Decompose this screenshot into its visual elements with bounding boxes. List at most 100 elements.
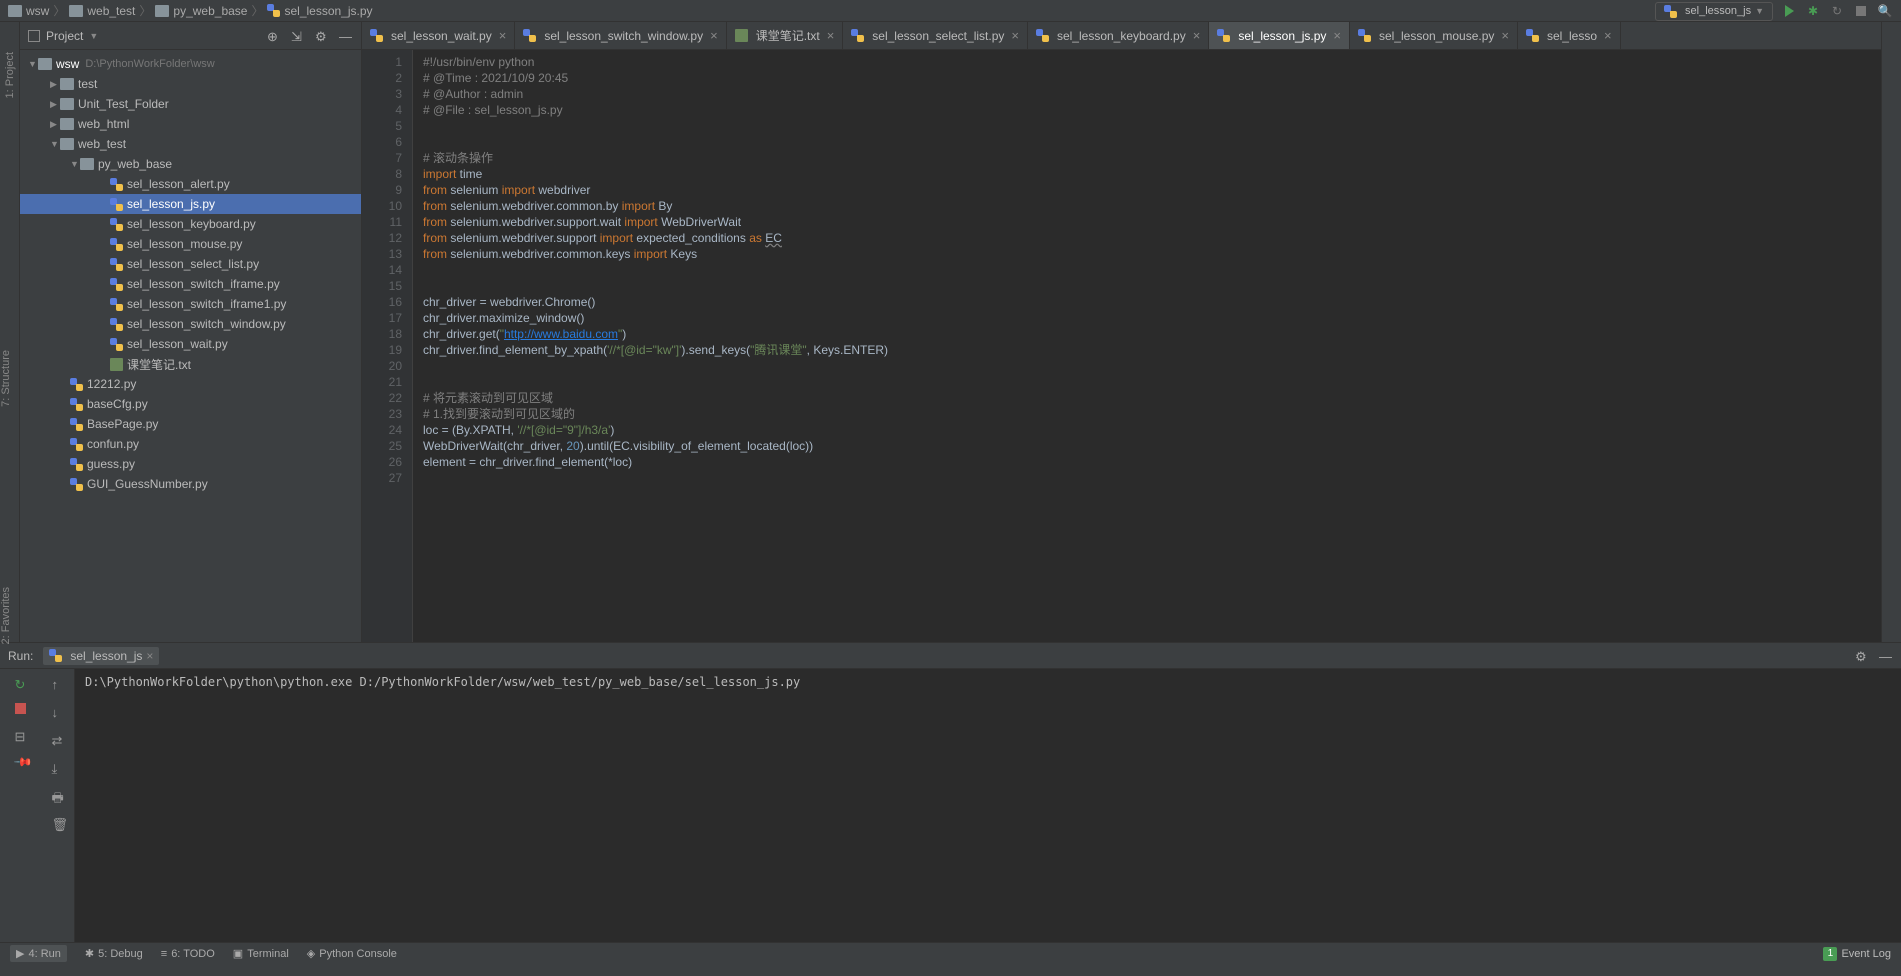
bottom-todo-button[interactable]: ≡ 6: TODO: [161, 948, 215, 960]
bottom-terminal-button[interactable]: ▣ Terminal: [233, 947, 289, 960]
editor-tabs: sel_lesson_wait.py×sel_lesson_switch_win…: [362, 22, 1881, 50]
tree-item[interactable]: ▼web_test: [20, 134, 361, 154]
editor-tab[interactable]: sel_lesso×: [1518, 22, 1621, 49]
run-config-selector[interactable]: sel_lesson_js ▼: [1655, 2, 1773, 21]
tree-item[interactable]: ▶web_html: [20, 114, 361, 134]
tree-item[interactable]: baseCfg.py: [20, 394, 361, 414]
gear-icon[interactable]: ⚙: [315, 29, 329, 43]
wrap-icon[interactable]: ⇄: [52, 733, 68, 749]
tree-item[interactable]: guess.py: [20, 454, 361, 474]
run-panel: Run: sel_lesson_js × ⚙ — ↻ ⊟ 📌 ↑ ↓ ⇄ ⤓ 🖶…: [0, 642, 1901, 942]
editor-tab[interactable]: sel_lesson_switch_window.py×: [515, 22, 726, 49]
close-icon[interactable]: ×: [1604, 28, 1612, 43]
breadcrumb-item[interactable]: py_web_base: [155, 4, 247, 18]
run-tab[interactable]: sel_lesson_js ×: [43, 647, 159, 665]
event-badge: 1: [1823, 947, 1837, 961]
python-icon: [267, 4, 280, 17]
close-icon[interactable]: ×: [827, 28, 835, 43]
tree-item[interactable]: ▼py_web_base: [20, 154, 361, 174]
tree-item[interactable]: 课堂笔记.txt: [20, 354, 361, 374]
coverage-button[interactable]: ↻: [1829, 3, 1845, 19]
breadcrumb-root[interactable]: wsw: [8, 4, 49, 18]
editor-tab[interactable]: sel_lesson_mouse.py×: [1350, 22, 1518, 49]
collapse-icon[interactable]: ⇲: [291, 29, 305, 43]
tree-item[interactable]: sel_lesson_alert.py: [20, 174, 361, 194]
layout-button[interactable]: ⊟: [15, 729, 31, 745]
print-icon[interactable]: 🖶: [52, 789, 68, 805]
hide-icon[interactable]: —: [1879, 649, 1893, 663]
hide-icon[interactable]: —: [339, 29, 353, 43]
tree-item[interactable]: confun.py: [20, 434, 361, 454]
gear-icon[interactable]: ⚙: [1855, 649, 1869, 663]
run-button[interactable]: [1781, 3, 1797, 19]
close-icon[interactable]: ×: [1193, 28, 1201, 43]
project-tree[interactable]: ▼ wswD:\PythonWorkFolder\wsw ▶test▶Unit_…: [20, 50, 361, 642]
editor-tab[interactable]: sel_lesson_wait.py×: [362, 22, 515, 49]
event-log-button[interactable]: 1 Event Log: [1823, 947, 1891, 961]
editor-tab[interactable]: sel_lesson_js.py×: [1209, 22, 1350, 49]
tree-item[interactable]: sel_lesson_mouse.py: [20, 234, 361, 254]
tree-item[interactable]: sel_lesson_select_list.py: [20, 254, 361, 274]
project-panel: Project ▼ ⊕ ⇲ ⚙ — ▼ wswD:\PythonWorkFold…: [20, 22, 362, 642]
project-view-selector[interactable]: Project ▼: [28, 29, 98, 43]
tree-item[interactable]: ▶test: [20, 74, 361, 94]
gutter: 1234567891011121314151617181920212223242…: [362, 50, 412, 642]
folder-icon: [38, 58, 52, 70]
up-icon[interactable]: ↑: [52, 677, 68, 693]
editor-tab[interactable]: sel_lesson_select_list.py×: [843, 22, 1028, 49]
folder-icon: [69, 5, 83, 17]
tree-item[interactable]: sel_lesson_wait.py: [20, 334, 361, 354]
tree-item[interactable]: ▶Unit_Test_Folder: [20, 94, 361, 114]
close-icon[interactable]: ×: [499, 28, 507, 43]
tree-item[interactable]: sel_lesson_switch_iframe.py: [20, 274, 361, 294]
structure-tool-window-button[interactable]: 7: Structure: [0, 350, 12, 407]
chevron-right-icon: 〉: [251, 2, 263, 19]
chevron-right-icon: 〉: [53, 2, 65, 19]
bottom-run-button[interactable]: ▶ 4: Run: [10, 945, 67, 962]
bottom-bar: ▶ 4: Run ✱ 5: Debug ≡ 6: TODO ▣ Terminal…: [0, 942, 1901, 964]
tree-item[interactable]: GUI_GuessNumber.py: [20, 474, 361, 494]
favorites-tool-window-button[interactable]: 2: Favorites: [0, 587, 12, 644]
trash-icon[interactable]: 🗑: [52, 817, 68, 833]
close-icon[interactable]: ×: [1333, 28, 1341, 43]
breadcrumb-file[interactable]: sel_lesson_js.py: [267, 4, 372, 18]
folder-icon: [155, 5, 169, 17]
folder-icon: [8, 5, 22, 17]
tree-item[interactable]: 12212.py: [20, 374, 361, 394]
chevron-right-icon: 〉: [139, 2, 151, 19]
stop-button[interactable]: [15, 703, 31, 719]
project-tool-window-button[interactable]: 1: Project: [4, 52, 16, 98]
tree-item[interactable]: BasePage.py: [20, 414, 361, 434]
pin-button[interactable]: 📌: [11, 752, 34, 775]
breadcrumb-item[interactable]: web_test: [69, 4, 135, 18]
bottom-console-button[interactable]: ◈ Python Console: [307, 947, 397, 960]
python-icon: [1664, 5, 1677, 18]
run-label: Run:: [8, 649, 33, 663]
run-rail-2: ↑ ↓ ⇄ ⤓ 🖶 🗑: [45, 669, 75, 942]
console-output[interactable]: D:\PythonWorkFolder\python\python.exe D:…: [75, 669, 1901, 942]
rerun-button[interactable]: ↻: [15, 677, 31, 693]
bottom-debug-button[interactable]: ✱ 5: Debug: [85, 947, 143, 960]
down-icon[interactable]: ↓: [52, 705, 68, 721]
debug-button[interactable]: ✱: [1805, 3, 1821, 19]
chevron-down-icon: ▼: [89, 31, 98, 41]
code-editor[interactable]: 1234567891011121314151617181920212223242…: [362, 50, 1881, 642]
search-button[interactable]: 🔍: [1877, 3, 1893, 19]
code-content[interactable]: #!/usr/bin/env python # @Time : 2021/10/…: [412, 50, 1881, 642]
close-icon[interactable]: ×: [710, 28, 718, 43]
stop-button[interactable]: [1853, 3, 1869, 19]
close-icon[interactable]: ×: [1011, 28, 1019, 43]
run-rail: ↻ ⊟ 📌: [0, 669, 45, 942]
tree-root[interactable]: ▼ wswD:\PythonWorkFolder\wsw: [20, 54, 361, 74]
close-icon[interactable]: ×: [146, 649, 153, 663]
tree-item[interactable]: sel_lesson_keyboard.py: [20, 214, 361, 234]
locate-icon[interactable]: ⊕: [267, 29, 281, 43]
breadcrumb: wsw 〉 web_test 〉 py_web_base 〉 sel_lesso…: [0, 0, 1901, 22]
editor-tab[interactable]: sel_lesson_keyboard.py×: [1028, 22, 1209, 49]
editor-tab[interactable]: 课堂笔记.txt×: [727, 22, 844, 49]
close-icon[interactable]: ×: [1501, 28, 1509, 43]
tree-item[interactable]: sel_lesson_switch_window.py: [20, 314, 361, 334]
tree-item[interactable]: sel_lesson_js.py: [20, 194, 361, 214]
tree-item[interactable]: sel_lesson_switch_iframe1.py: [20, 294, 361, 314]
scroll-icon[interactable]: ⤓: [52, 761, 68, 777]
